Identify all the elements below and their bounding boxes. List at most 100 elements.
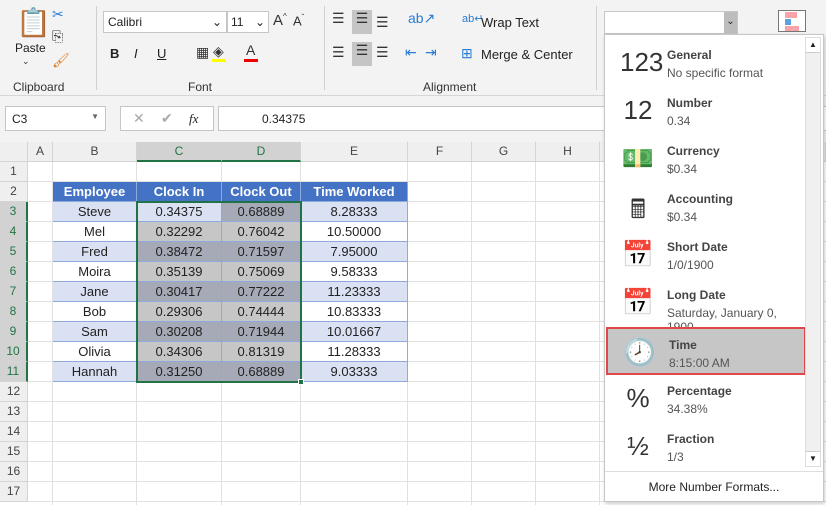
row-header-7[interactable]: 7 [0, 282, 28, 302]
format-item-general[interactable]: 123 General No specific format [606, 39, 806, 87]
increase-indent-icon[interactable]: ⇥ [425, 44, 437, 61]
percentage-icon: % [626, 383, 650, 413]
fill-color-icon[interactable]: ◈ [213, 43, 224, 60]
table-cell[interactable]: Olivia [53, 342, 137, 362]
column-header-b[interactable]: B [53, 142, 137, 162]
table-header-cell[interactable]: Time Worked [301, 182, 408, 202]
row-header-6[interactable]: 6 [0, 262, 28, 282]
fill-handle[interactable] [298, 379, 304, 385]
table-header-cell[interactable]: Clock Out [222, 182, 301, 202]
paste-dropdown-icon[interactable]: ⌄ [22, 56, 30, 67]
cut-icon[interactable]: ✂ [52, 6, 64, 23]
table-cell[interactable]: 10.83333 [301, 302, 408, 322]
underline-button[interactable]: U [157, 46, 166, 61]
column-header-h[interactable]: H [536, 142, 600, 162]
cancel-icon[interactable]: ✕ [133, 110, 145, 127]
row-header-10[interactable]: 10 [0, 342, 28, 362]
row-header-14[interactable]: 14 [0, 422, 28, 442]
scrollbar[interactable]: ▲ ▼ [805, 37, 821, 467]
font-name-select[interactable]: Calibri ⌄ [103, 11, 227, 33]
font-name-value: Calibri [108, 15, 143, 29]
scroll-down-icon[interactable]: ▼ [806, 451, 820, 466]
row-header-16[interactable]: 16 [0, 462, 28, 482]
row-header-2[interactable]: 2 [0, 182, 28, 202]
format-item-currency[interactable]: 💵 Currency $0.34 [606, 135, 806, 183]
table-cell[interactable]: Bob [53, 302, 137, 322]
column-header-a[interactable]: A [28, 142, 53, 162]
align-middle-icon[interactable]: ☰ [352, 10, 372, 34]
table-header-cell[interactable]: Clock In [137, 182, 222, 202]
paste-button[interactable]: Paste [15, 41, 46, 55]
format-item-number[interactable]: 12 Number 0.34 [606, 87, 806, 135]
font-color-icon[interactable]: A [246, 42, 255, 58]
select-all-corner[interactable] [0, 142, 28, 162]
number-format-select[interactable]: ⌄ [604, 11, 738, 34]
table-cell[interactable]: 11.28333 [301, 342, 408, 362]
row-header-9[interactable]: 9 [0, 322, 28, 342]
column-header-f[interactable]: F [408, 142, 472, 162]
table-cell[interactable]: 9.58333 [301, 262, 408, 282]
orientation-icon[interactable]: ab↗ [408, 10, 435, 27]
table-cell[interactable]: Steve [53, 202, 137, 222]
borders-icon[interactable]: ▦ [196, 44, 209, 61]
table-header-cell[interactable]: Employee [53, 182, 137, 202]
table-cell[interactable]: Hannah [53, 362, 137, 382]
table-cell[interactable]: 10.01667 [301, 322, 408, 342]
row-header-3[interactable]: 3 [0, 202, 28, 222]
format-item-time[interactable]: 🕗 Time 8:15:00 AM [606, 327, 806, 375]
bold-button[interactable]: B [110, 46, 119, 61]
scroll-up-icon[interactable]: ▲ [806, 38, 820, 53]
format-item-fraction[interactable]: ½ Fraction 1/3 [606, 423, 806, 471]
table-cell[interactable]: Sam [53, 322, 137, 342]
format-item-long-date[interactable]: 📅Long DateSaturday, January 0, 1900 [606, 279, 806, 334]
table-cell[interactable]: 7.95000 [301, 242, 408, 262]
wrap-text-button[interactable]: Wrap Text [481, 15, 539, 30]
column-header-d[interactable]: D [222, 142, 301, 162]
table-cell[interactable]: 10.50000 [301, 222, 408, 242]
format-painter-icon[interactable]: 🖌 [52, 52, 70, 69]
column-header-e[interactable]: E [301, 142, 408, 162]
copy-icon[interactable]: ⎘ [52, 28, 63, 45]
table-cell[interactable]: Moira [53, 262, 137, 282]
table-cell[interactable]: Jane [53, 282, 137, 302]
row-header-15[interactable]: 15 [0, 442, 28, 462]
table-cell[interactable]: Fred [53, 242, 137, 262]
align-right-icon[interactable]: ☰ [376, 44, 389, 61]
row-header-8[interactable]: 8 [0, 302, 28, 322]
align-bottom-icon[interactable]: ☰ [376, 14, 389, 31]
format-item-accounting[interactable]: 🖩 Accounting $0.34 [606, 183, 806, 231]
increase-font-icon[interactable]: A^ [273, 12, 287, 29]
format-item-title: Accounting [667, 192, 733, 206]
row-header-17[interactable]: 17 [0, 482, 28, 502]
decrease-font-icon[interactable]: Aˇ [293, 13, 304, 28]
align-top-icon[interactable]: ☰ [332, 10, 345, 27]
row-header-5[interactable]: 5 [0, 242, 28, 262]
row-header-13[interactable]: 13 [0, 402, 28, 422]
decrease-indent-icon[interactable]: ⇤ [405, 44, 417, 61]
align-center-icon[interactable]: ☰ [352, 42, 372, 66]
table-cell[interactable]: 9.03333 [301, 362, 408, 382]
chevron-down-icon[interactable]: ⌄ [724, 12, 737, 33]
format-item-short-date[interactable]: 📅 Short Date 1/0/1900 [606, 231, 806, 279]
format-item-percentage[interactable]: % Percentage 34.38% [606, 375, 806, 423]
align-left-icon[interactable]: ☰ [332, 44, 345, 61]
divider [596, 6, 597, 90]
row-header-4[interactable]: 4 [0, 222, 28, 242]
table-cell[interactable]: 11.23333 [301, 282, 408, 302]
paste-icon[interactable]: 📋 [16, 6, 51, 39]
insert-function-icon[interactable]: fx [189, 111, 198, 127]
conditional-formatting-icon[interactable] [778, 10, 806, 32]
row-header-12[interactable]: 12 [0, 382, 28, 402]
row-header-1[interactable]: 1 [0, 162, 28, 182]
name-box[interactable]: C3 ▼ [5, 106, 106, 131]
column-header-g[interactable]: G [472, 142, 536, 162]
merge-center-button[interactable]: Merge & Center [481, 47, 573, 62]
more-number-formats-link[interactable]: More Number Formats... [605, 471, 823, 494]
italic-button[interactable]: I [134, 46, 138, 61]
table-cell[interactable]: 8.28333 [301, 202, 408, 222]
enter-icon[interactable]: ✔ [161, 110, 173, 127]
column-header-c[interactable]: C [137, 142, 222, 162]
table-cell[interactable]: Mel [53, 222, 137, 242]
font-size-select[interactable]: 11 ⌄ [227, 11, 269, 33]
row-header-11[interactable]: 11 [0, 362, 28, 382]
